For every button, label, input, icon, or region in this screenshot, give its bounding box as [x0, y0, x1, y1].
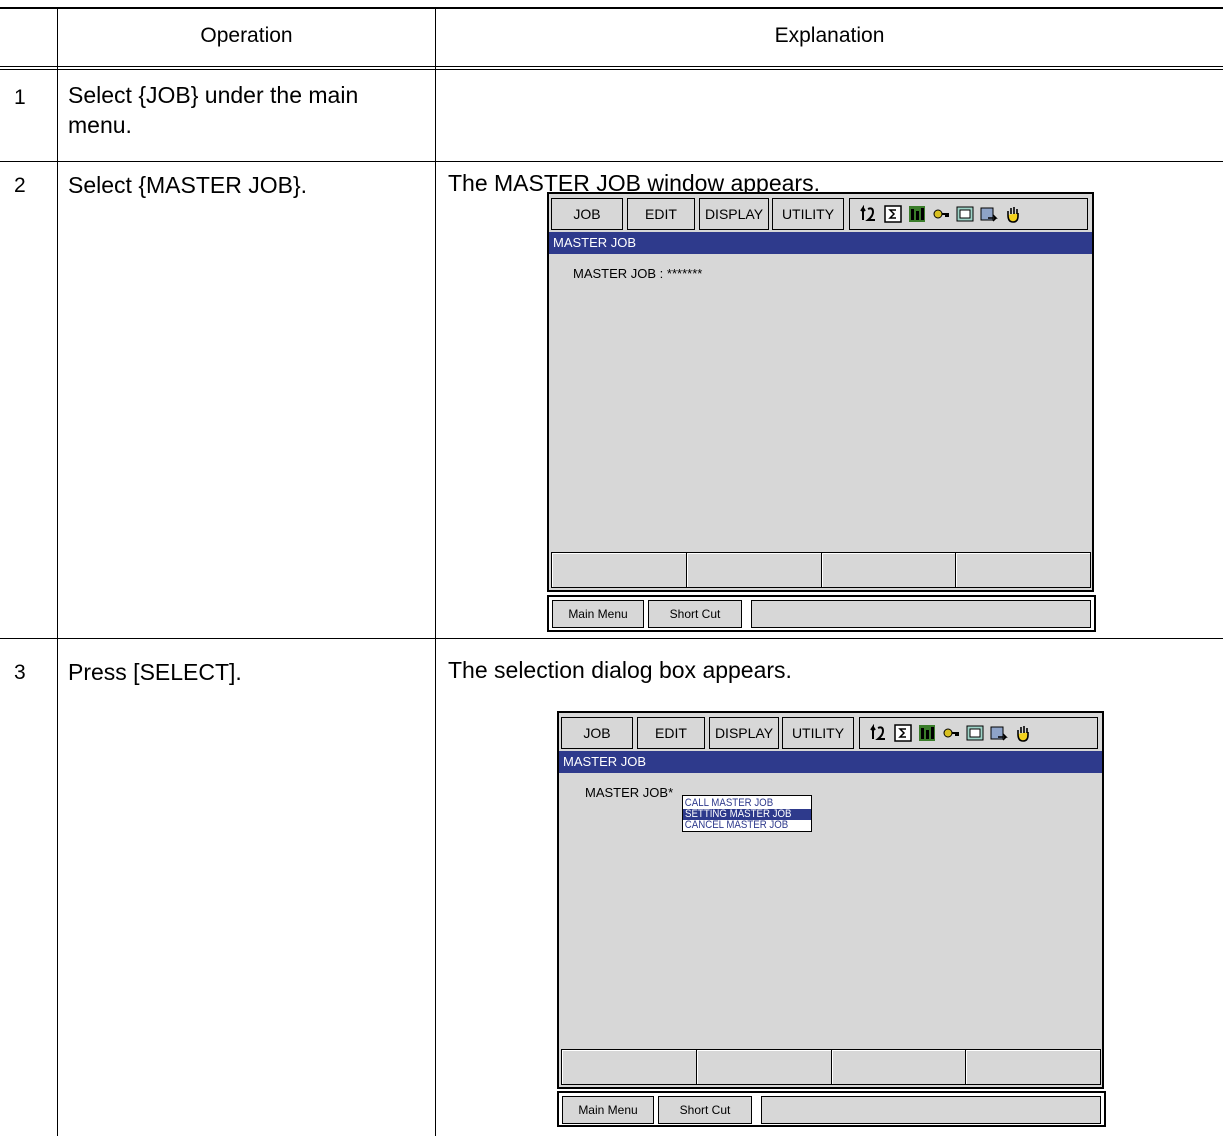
main-menu-button[interactable]: Main Menu	[552, 600, 644, 628]
step-operation: Select {MASTER JOB}.	[68, 172, 308, 198]
pendant-screen-selection-dialog: JOB EDIT DISPLAY UTILITY MASTER JOB MAST…	[557, 711, 1106, 1127]
output-icon	[980, 205, 998, 223]
bottom-bar: Main Menu Short Cut	[557, 1091, 1106, 1127]
menu-job-button[interactable]: JOB	[561, 717, 633, 749]
header-separator	[0, 66, 1223, 67]
function-key-1[interactable]	[561, 1049, 697, 1085]
dialog-item-cancel-master-job[interactable]: CANCEL MASTER JOB	[683, 820, 796, 831]
main-window: JOB EDIT DISPLAY UTILITY MASTER JOB MAST…	[547, 192, 1094, 592]
coordinate-icon	[860, 205, 878, 223]
function-key-2[interactable]	[685, 552, 822, 588]
key-icon	[942, 724, 960, 742]
m1-mode-icon	[918, 724, 936, 742]
row-separator-1	[0, 161, 1223, 162]
function-key-1[interactable]	[551, 552, 687, 588]
message-area	[751, 600, 1091, 628]
hand-icon	[1014, 724, 1032, 742]
selection-dialog: CALL MASTER JOB SETTING MASTER JOB CANCE…	[682, 795, 812, 832]
menu-job-button[interactable]: JOB	[551, 198, 623, 230]
menu-bar: JOB EDIT DISPLAY UTILITY	[549, 194, 1092, 234]
function-key-2[interactable]	[695, 1049, 832, 1085]
output-icon	[990, 724, 1008, 742]
main-menu-button[interactable]: Main Menu	[562, 1096, 654, 1124]
step-number: 1	[14, 86, 26, 109]
operation-header: Operation	[200, 24, 293, 47]
menu-utility-button[interactable]: UTILITY	[772, 198, 844, 230]
function-key-bar	[561, 1049, 1101, 1085]
storage-icon	[956, 205, 974, 223]
menu-utility-button[interactable]: UTILITY	[782, 717, 854, 749]
sigma-icon	[884, 205, 902, 223]
pendant-screen-master-job: JOB EDIT DISPLAY UTILITY MASTER JOB MAST…	[547, 192, 1096, 633]
short-cut-button[interactable]: Short Cut	[658, 1096, 752, 1124]
window-title-bar: MASTER JOB	[549, 232, 1092, 254]
row-separator-2	[0, 638, 1223, 639]
table-top-border	[0, 7, 1223, 9]
window-title-bar: MASTER JOB	[559, 751, 1102, 773]
header-separator-2	[0, 69, 1223, 70]
coordinate-icon	[870, 724, 888, 742]
main-window: JOB EDIT DISPLAY UTILITY MASTER JOB MAST…	[557, 711, 1104, 1089]
storage-icon	[966, 724, 984, 742]
master-job-field[interactable]: MASTER JOB*	[585, 785, 673, 800]
hand-icon	[1004, 205, 1022, 223]
sigma-icon	[894, 724, 912, 742]
key-icon	[932, 205, 950, 223]
bottom-bar: Main Menu Short Cut	[547, 595, 1096, 632]
step-operation: Select {JOB} under the main menu.	[68, 82, 359, 138]
m1-mode-icon	[908, 205, 926, 223]
function-key-4[interactable]	[965, 1049, 1101, 1085]
function-key-bar	[551, 552, 1091, 588]
status-icon-strip	[859, 717, 1098, 749]
message-area	[761, 1096, 1101, 1124]
function-key-4[interactable]	[955, 552, 1091, 588]
step-operation: Press [SELECT].	[68, 659, 242, 685]
step-number: 3	[14, 661, 26, 684]
table-column-divider-2	[435, 8, 436, 1136]
menu-display-button[interactable]: DISPLAY	[709, 717, 779, 749]
menu-edit-button[interactable]: EDIT	[627, 198, 695, 230]
menu-bar: JOB EDIT DISPLAY UTILITY	[559, 713, 1102, 753]
menu-display-button[interactable]: DISPLAY	[699, 198, 769, 230]
function-key-3[interactable]	[820, 552, 957, 588]
menu-edit-button[interactable]: EDIT	[637, 717, 705, 749]
explanation-header: Explanation	[774, 24, 885, 47]
short-cut-button[interactable]: Short Cut	[648, 600, 742, 628]
master-job-field[interactable]: MASTER JOB : *******	[573, 266, 702, 281]
step-number: 2	[14, 174, 26, 197]
status-icon-strip	[849, 198, 1088, 230]
step-explanation: The selection dialog box appears.	[448, 657, 792, 683]
function-key-3[interactable]	[830, 1049, 967, 1085]
table-column-divider-1	[57, 8, 58, 1136]
